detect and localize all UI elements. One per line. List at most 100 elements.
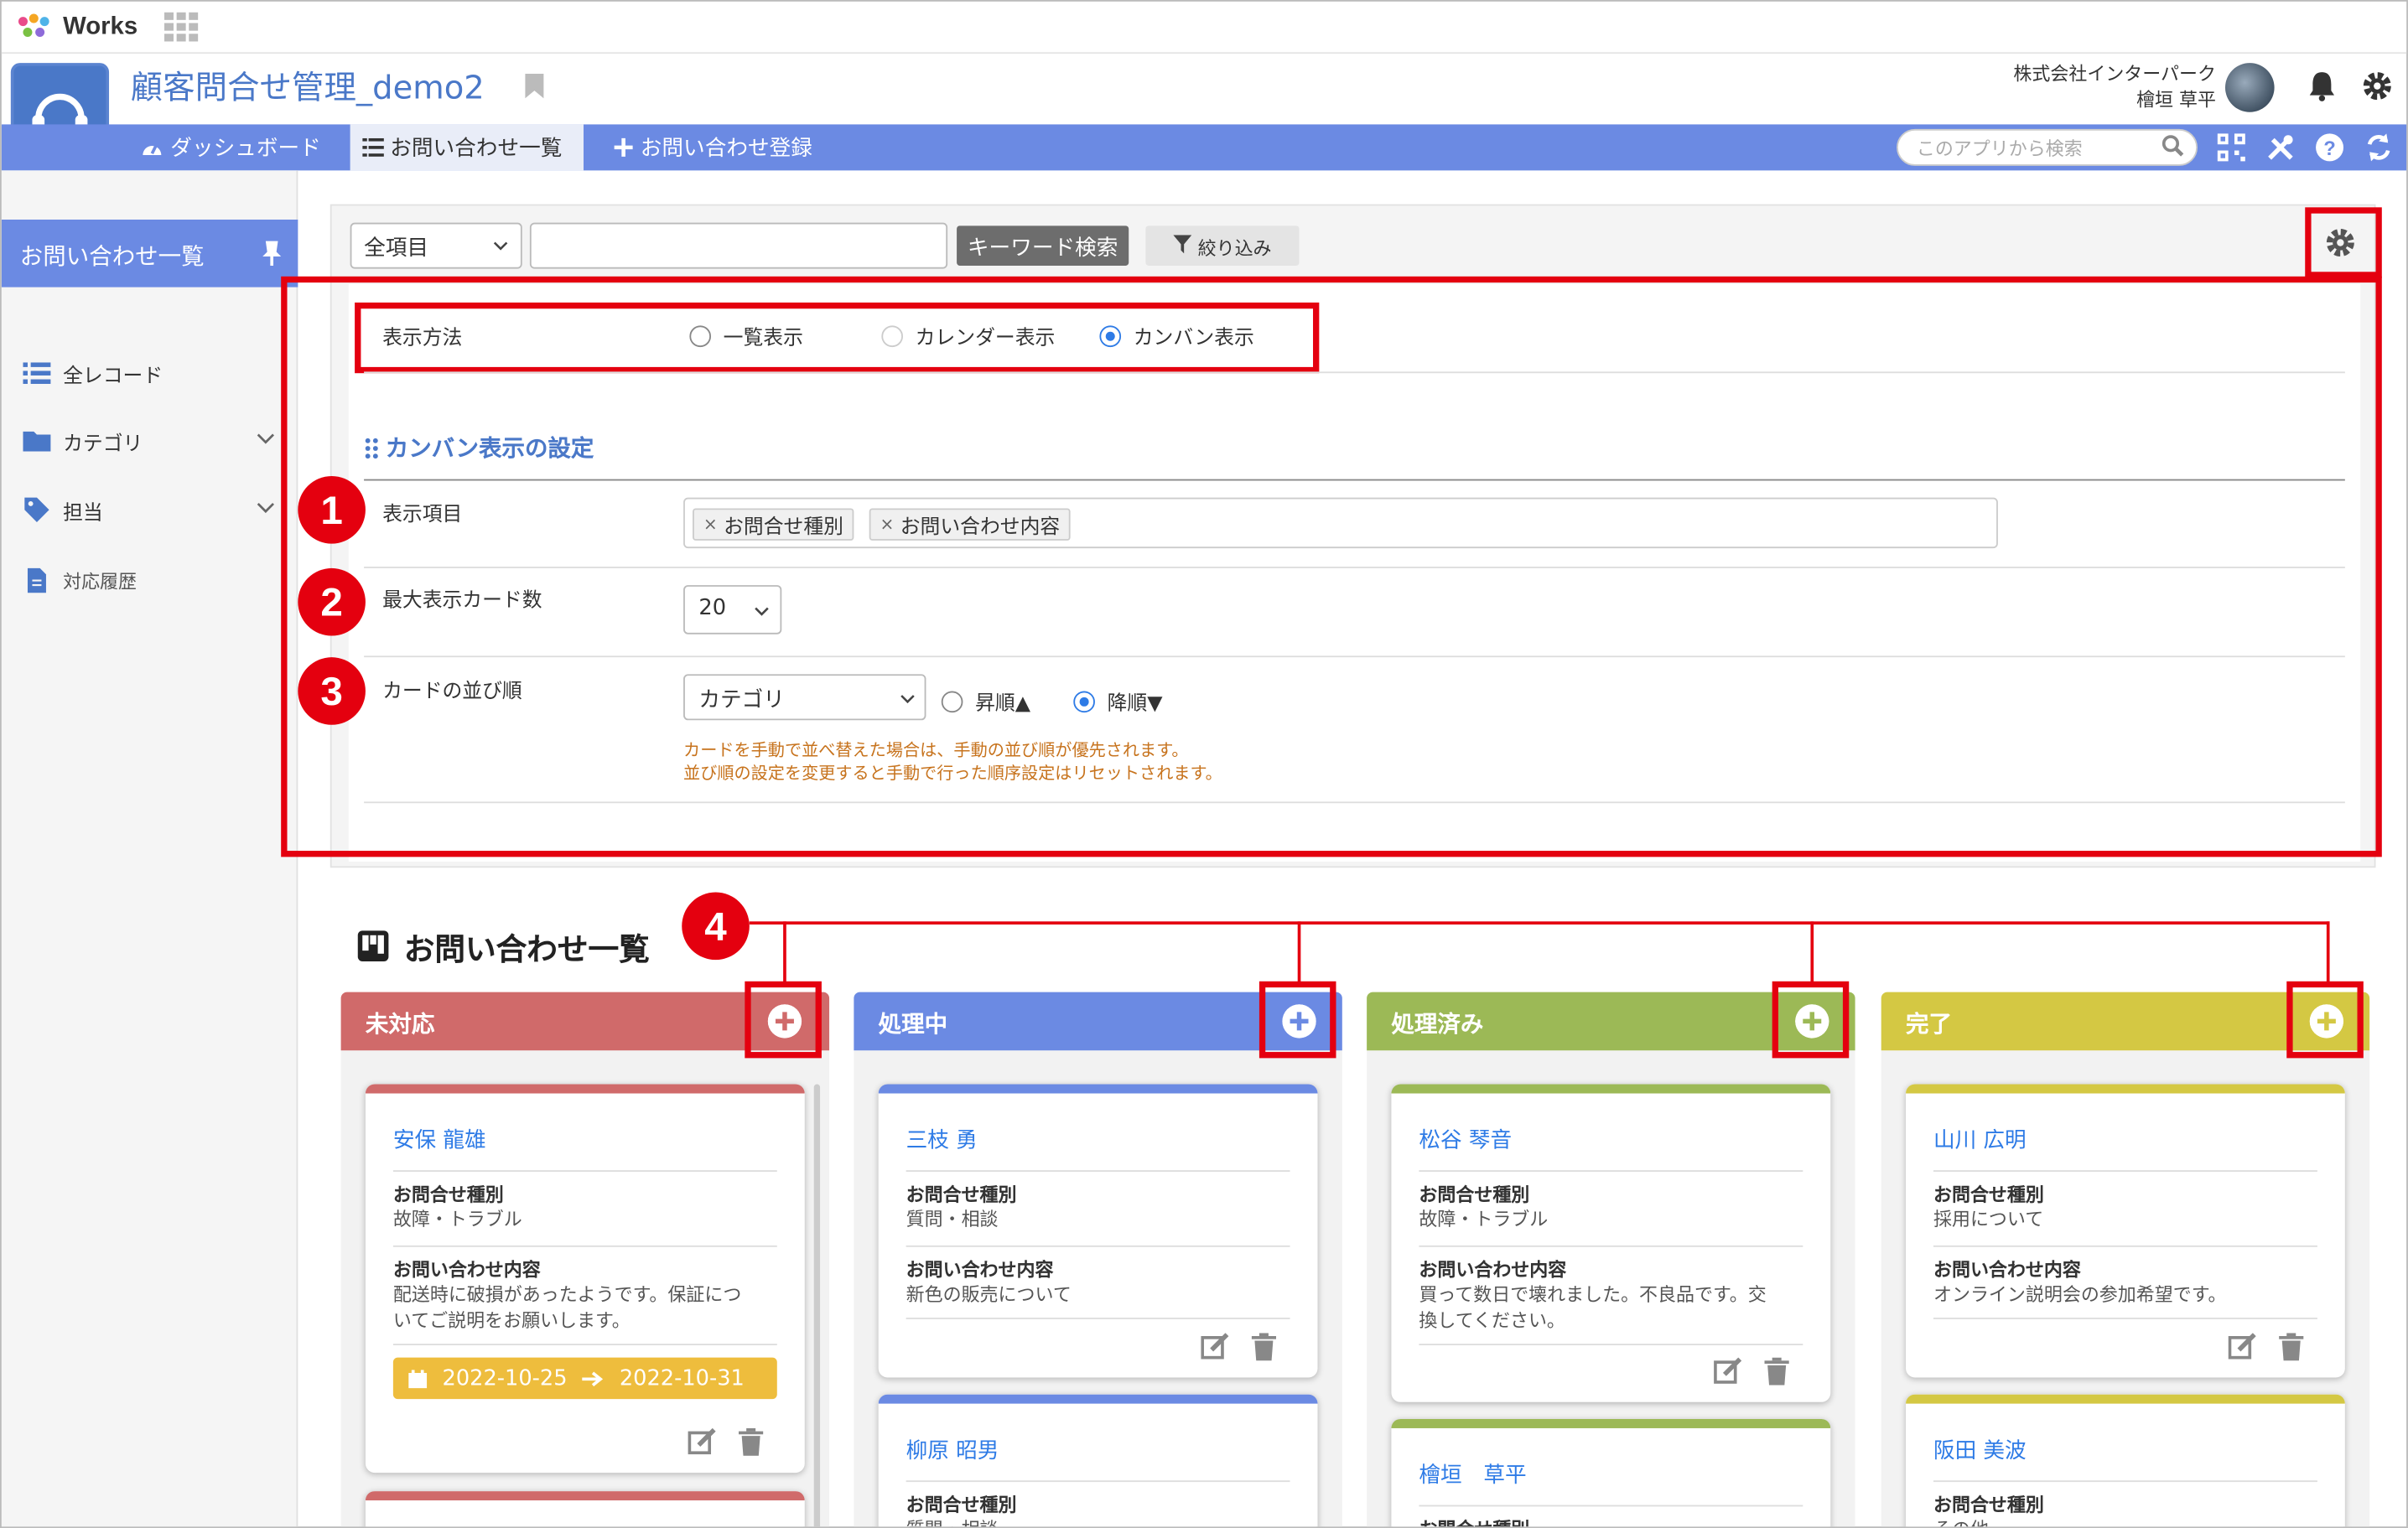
- card-name[interactable]: 三枝 勇: [879, 1094, 1318, 1155]
- avatar[interactable]: [2224, 63, 2275, 112]
- card-name[interactable]: 柳原 昭男: [879, 1404, 1318, 1465]
- tab-inquiry-register[interactable]: お問い合わせ登録: [600, 124, 824, 170]
- tab-inquiry-list[interactable]: お問い合わせ一覧: [350, 124, 584, 171]
- filter-label: 絞り込み: [1197, 237, 1272, 260]
- divider: [364, 479, 2345, 481]
- chevron-down-icon[interactable]: [257, 502, 275, 515]
- edit-icon[interactable]: [2228, 1333, 2260, 1360]
- sidebar-item-label: 対応履歴: [63, 570, 138, 593]
- keyword-search-button[interactable]: キーワード検索: [957, 225, 1129, 266]
- kanban-card[interactable]: 阪田 美波 お問合せ種別 その他: [1906, 1394, 2345, 1527]
- max-cards-value: 20: [698, 595, 727, 621]
- chevron-down-icon: [900, 695, 915, 704]
- gear-icon[interactable]: [2360, 69, 2394, 102]
- document-icon: [27, 567, 46, 593]
- sidebar-item-all-records[interactable]: 全レコード: [23, 358, 163, 389]
- user-name[interactable]: 檜垣 草平: [1998, 86, 2216, 112]
- sidebar-item-category[interactable]: カテゴリ: [23, 426, 143, 457]
- trash-icon[interactable]: [1764, 1357, 1789, 1386]
- radio-label: 一覧表示: [723, 327, 803, 350]
- radio-list-view[interactable]: 一覧表示: [689, 321, 803, 350]
- radio-ascending[interactable]: 昇順▲: [941, 686, 1031, 716]
- sync-icon[interactable]: [2364, 132, 2395, 163]
- app-search-input[interactable]: このアプリから検索: [1897, 128, 2198, 166]
- kanban-card[interactable]: 松谷 琴音 お問合せ種別 故障・トラブル お問い合わせ内容 買って数日で壊れまし…: [1391, 1084, 1831, 1402]
- max-cards-select[interactable]: 20: [683, 585, 782, 635]
- radio-circle: [941, 690, 963, 712]
- sidebar-item-history[interactable]: 対応履歴: [23, 565, 137, 596]
- divider: [364, 371, 2345, 374]
- card-name[interactable]: 山川 広明: [1906, 1094, 2345, 1155]
- kanban-card[interactable]: 安保 龍雄 お問合せ種別 故障・トラブル お問い合わせ内容 配送時に破損があった…: [365, 1084, 805, 1474]
- sort-note: 並び順の設定を変更すると手動で行った順序設定はリセットされます。: [683, 763, 1222, 784]
- radio-label: カレンダー表示: [915, 327, 1056, 350]
- display-item-tag[interactable]: × お問合せ種別: [693, 508, 854, 541]
- edit-icon[interactable]: [1714, 1357, 1745, 1386]
- chevron-down-icon: [755, 607, 769, 616]
- card-field-label: お問い合わせ内容: [1933, 1259, 2081, 1282]
- company-name: 株式会社インターパーク: [2013, 63, 2216, 85]
- remove-icon[interactable]: ×: [703, 515, 718, 535]
- max-cards-label: 最大表示カード数: [382, 589, 542, 614]
- bookmark-icon[interactable]: [524, 72, 546, 100]
- card-field-label: お問い合わせ内容: [392, 1259, 541, 1282]
- sidebar-title[interactable]: お問い合わせ一覧: [1, 220, 298, 287]
- svg-text:?: ?: [2323, 137, 2336, 160]
- card-name[interactable]: 阪田 美波: [1906, 1404, 2345, 1465]
- kanban-card[interactable]: 柳原 昭男 お問合せ種別 質問・相談: [878, 1394, 1318, 1527]
- sidebar-item-label: 全レコード: [63, 365, 163, 388]
- chevron-down-icon[interactable]: [257, 433, 275, 446]
- trash-icon[interactable]: [738, 1427, 764, 1456]
- bell-icon[interactable]: [2305, 69, 2338, 102]
- kanban-card[interactable]: [365, 1491, 805, 1527]
- keyword-input[interactable]: [529, 222, 948, 269]
- display-item-tag[interactable]: × お問い合わせ内容: [869, 508, 1072, 541]
- sort-field-select[interactable]: カテゴリ: [683, 674, 926, 721]
- card-field-value: いてご説明をお願いします。: [392, 1309, 631, 1332]
- help-icon[interactable]: ?: [2314, 132, 2345, 163]
- arrow-right-icon: [582, 1370, 604, 1386]
- tab-dashboard[interactable]: ダッシュボード: [127, 124, 333, 170]
- tab-label: お問い合わせ一覧: [390, 137, 563, 162]
- kanban-card[interactable]: 山川 広明 お問合せ種別 採用について お問い合わせ内容 オンライン説明会の参加…: [1906, 1084, 2345, 1378]
- edit-icon[interactable]: [1201, 1333, 1232, 1360]
- tools-icon[interactable]: [2265, 132, 2296, 163]
- tab-label: お問い合わせ登録: [640, 137, 812, 162]
- card-name[interactable]: 松谷 琴音: [1391, 1094, 1830, 1155]
- card-field-value: 故障・トラブル: [392, 1208, 522, 1230]
- column-title: 処理中: [878, 1010, 948, 1039]
- radio-kanban-view[interactable]: カンバン表示: [1099, 321, 1254, 350]
- card-field-label: お問い合わせ内容: [906, 1259, 1054, 1282]
- sort-note: カードを手動で並べ替えた場合は、手動の並び順が優先されます。: [683, 740, 1189, 760]
- folder-icon: [23, 431, 51, 452]
- sidebar-item-assignee[interactable]: 担当: [23, 495, 103, 526]
- kanban-card[interactable]: 檜垣 草平 お問合せ種別: [1391, 1418, 1831, 1527]
- annotation-badge: 1: [298, 475, 366, 544]
- edit-icon[interactable]: [688, 1427, 719, 1456]
- pin-icon[interactable]: [260, 240, 284, 267]
- app-grid-icon[interactable]: [163, 12, 199, 44]
- search-icon[interactable]: [2161, 133, 2185, 158]
- tag-label: お問合せ種別: [724, 515, 843, 540]
- filter-button[interactable]: 絞り込み: [1145, 225, 1300, 266]
- qr-code-icon[interactable]: [2216, 132, 2247, 163]
- card-name[interactable]: 檜垣 草平: [1391, 1428, 1830, 1489]
- brand[interactable]: Works: [13, 9, 138, 46]
- card-field-value: 買って数日で壊れました。不良品です。交: [1419, 1283, 1767, 1306]
- scrollbar[interactable]: [813, 1084, 821, 1527]
- radio-label: 昇順▲: [975, 692, 1031, 716]
- remove-icon[interactable]: ×: [880, 515, 895, 535]
- card-field-label: お問合せ種別: [1419, 1184, 1530, 1206]
- annotation-badge: 2: [298, 567, 366, 636]
- trash-icon[interactable]: [2279, 1333, 2304, 1361]
- field-select[interactable]: 全項目: [350, 222, 522, 269]
- radio-label: カンバン表示: [1133, 327, 1254, 350]
- radio-calendar-view[interactable]: カレンダー表示: [881, 321, 1055, 350]
- trash-icon[interactable]: [1251, 1333, 1277, 1361]
- plus-icon: [614, 137, 633, 157]
- card-field-label: お問合せ種別: [906, 1184, 1017, 1206]
- radio-descending[interactable]: 降順▼: [1073, 686, 1163, 716]
- card-name[interactable]: 安保 龍雄: [366, 1094, 805, 1155]
- list-icon: [362, 137, 384, 157]
- kanban-card[interactable]: 三枝 勇 お問合せ種別 質問・相談 お問い合わせ内容 新色の販売について: [878, 1084, 1318, 1378]
